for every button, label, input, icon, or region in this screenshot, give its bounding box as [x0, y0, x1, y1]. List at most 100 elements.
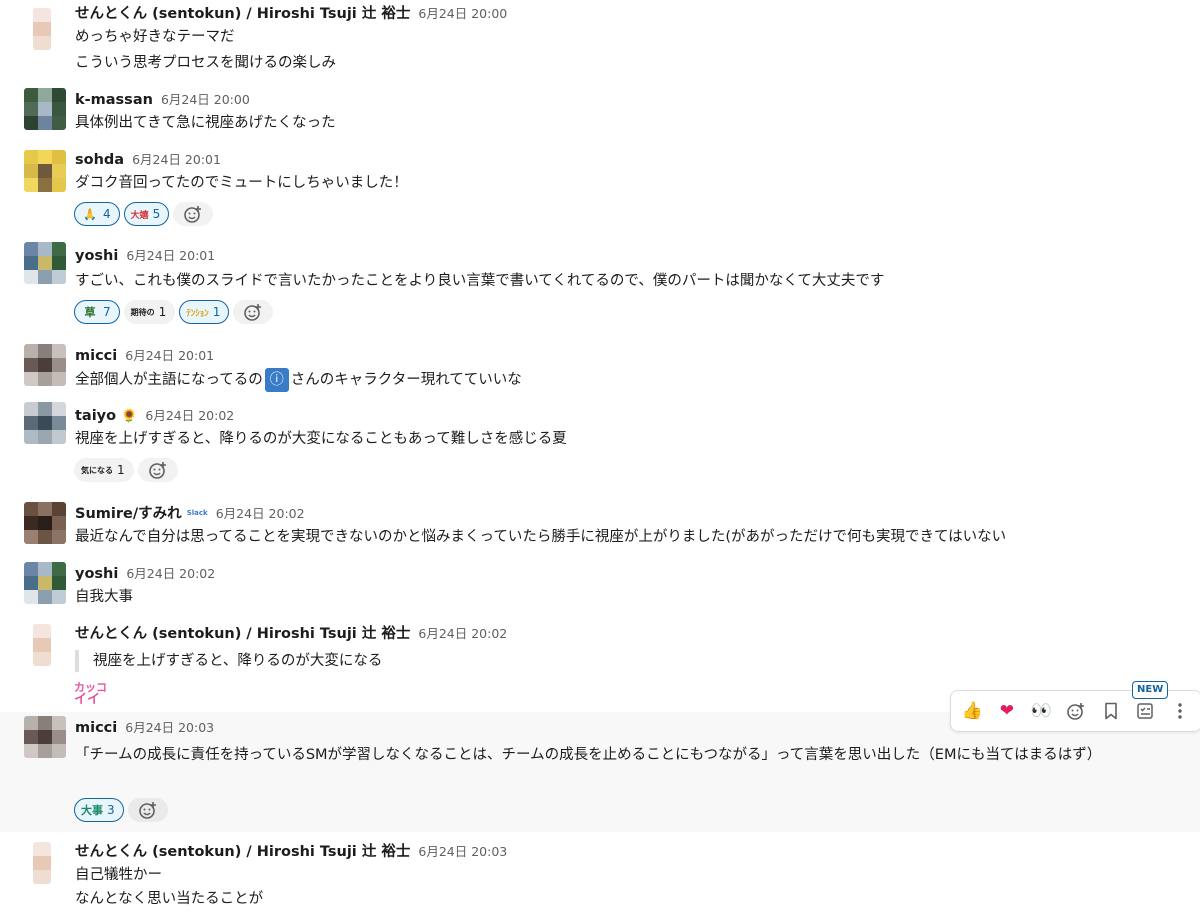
add-reaction-button[interactable]	[137, 458, 178, 482]
timestamp[interactable]: 6月24日 20:03	[125, 720, 214, 735]
sunflower-status-icon: 🌻	[121, 409, 138, 424]
message: taiyo 🌻 6月24日 20:02 視座を上げすぎると、降りるのが大変になるこ…	[0, 402, 1200, 494]
author-name[interactable]: taiyo	[75, 408, 116, 424]
avatar[interactable]	[33, 624, 51, 666]
reaction-count: 1	[212, 305, 221, 319]
timestamp[interactable]: 6月24日 20:00	[418, 6, 507, 21]
daiji-emoji-icon: 大事	[81, 804, 103, 817]
add-reaction-icon	[1067, 703, 1085, 720]
add-reaction-button[interactable]	[173, 202, 214, 226]
timestamp[interactable]: 6月24日 20:02	[216, 506, 305, 521]
reaction-kusa[interactable]: 草7	[74, 300, 120, 324]
timestamp[interactable]: 6月24日 20:00	[161, 92, 250, 107]
message-text: すごい、これも僕のスライドで言いたかったことをより良い言葉で書いてくれてるので、…	[75, 273, 885, 289]
add-reaction-icon	[148, 462, 166, 479]
author-name[interactable]: せんとくん (sentokun) / Hiroshi Tsuji 辻 裕士	[75, 6, 410, 22]
message: yoshi 6月24日 20:01 すごい、これも僕のスライドで言いたかったことを…	[0, 242, 1200, 334]
more-vertical-icon	[1178, 703, 1182, 719]
message-text: 自我大事	[75, 589, 133, 605]
checklist-icon	[1137, 703, 1153, 719]
add-reaction-button[interactable]	[127, 798, 168, 822]
avatar[interactable]	[24, 402, 66, 444]
reaction-pray[interactable]: 🙏 4	[74, 202, 120, 226]
author-name[interactable]: sohda	[75, 152, 124, 168]
avatar[interactable]	[33, 842, 51, 884]
tension-emoji-icon: ﾃﾝｼｮﾝ	[186, 308, 209, 319]
avatar[interactable]	[33, 8, 51, 50]
avatar[interactable]	[24, 502, 66, 544]
add-reaction-button[interactable]	[233, 300, 274, 324]
reaction-bar: 大事 3	[74, 798, 168, 822]
thumbs-up-icon: 👍	[961, 701, 983, 721]
author-name[interactable]: yoshi	[75, 248, 118, 264]
pray-icon: 🙏	[83, 207, 97, 221]
timestamp[interactable]: 6月24日 20:02	[126, 566, 215, 581]
add-reaction-toolbar-button[interactable]	[1059, 695, 1094, 727]
timestamp[interactable]: 6月24日 20:02	[418, 626, 507, 641]
timestamp[interactable]: 6月24日 20:03	[418, 844, 507, 859]
clock-custom-emoji-icon: ⓘ	[264, 368, 289, 392]
avatar[interactable]	[24, 242, 66, 284]
reaction-kininaru[interactable]: 気になる 1	[74, 458, 134, 482]
add-reaction-icon	[244, 304, 262, 321]
message-text: 「チームの成長に責任を持っているSMが学習しなくなることは、チームの成長を止める…	[75, 747, 1102, 763]
daiki-emoji-icon: 大嬉	[130, 210, 149, 221]
message: yoshi 6月24日 20:02 自我大事	[0, 560, 1200, 616]
message-text: なんとなく思い当たることが	[75, 891, 264, 907]
kusa-emoji-icon: 草	[84, 306, 96, 319]
message-text: 全部個人が主語になってるの ⓘ さんのキャラクター現れてていいな	[75, 368, 522, 392]
quoted-text: 視座を上げすぎると、降りるのが大変になる	[75, 650, 382, 672]
reaction-bar: 草7 期待の 1 ﾃﾝｼｮﾝ 1	[74, 300, 274, 324]
reaction-count: 1	[158, 305, 167, 319]
kitai-emoji-icon: 期待の	[130, 307, 155, 317]
reaction-count: 7	[103, 305, 111, 319]
avatar[interactable]	[24, 150, 66, 192]
message: せんとくん (sentokun) / Hiroshi Tsuji 辻 裕士 6月2…	[0, 838, 1200, 922]
react-thumbs-up-button[interactable]: 👍	[955, 695, 990, 727]
eyes-icon: 👀	[1030, 701, 1053, 721]
timestamp[interactable]: 6月24日 20:01	[132, 152, 221, 167]
message-text: 具体例出てきて急に視座あげたくなった	[75, 115, 336, 131]
message: Sumire/すみれ Slack 6月24日 20:02 最近なんで自分は思ってる…	[0, 500, 1200, 556]
more-actions-button[interactable]	[1162, 695, 1197, 727]
kininaru-emoji-icon: 気になる	[81, 465, 113, 475]
author-name[interactable]: micci	[75, 720, 117, 736]
timestamp[interactable]: 6月24日 20:01	[126, 248, 215, 263]
slack-status-icon: Slack	[186, 509, 208, 517]
reaction-count: 4	[103, 207, 111, 221]
author-name[interactable]: せんとくん (sentokun) / Hiroshi Tsuji 辻 裕士	[75, 844, 410, 860]
react-heart-button[interactable]: ❤	[990, 695, 1025, 727]
message-text: 自己犠牲かー	[75, 867, 162, 883]
reaction-tension[interactable]: ﾃﾝｼｮﾝ 1	[179, 300, 230, 324]
add-reaction-icon	[184, 206, 202, 223]
reaction-daiki[interactable]: 大嬉 5	[123, 202, 170, 226]
bookmark-icon	[1104, 702, 1117, 720]
timestamp[interactable]: 6月24日 20:02	[145, 408, 234, 423]
reaction-bar: 🙏 4 大嬉 5	[74, 202, 214, 226]
add-reaction-icon	[138, 802, 156, 819]
author-name[interactable]: k-massan	[75, 92, 153, 108]
avatar[interactable]	[24, 88, 66, 130]
avatar[interactable]	[24, 716, 66, 758]
reaction-daiji[interactable]: 大事 3	[74, 798, 124, 822]
new-badge: NEW	[1132, 681, 1169, 699]
message-text: こういう思考プロセスを聞けるの楽しみ	[75, 55, 336, 71]
author-name[interactable]: yoshi	[75, 566, 118, 582]
avatar[interactable]	[24, 344, 66, 386]
save-message-button[interactable]	[1093, 695, 1128, 727]
message-text: めっちゃ好きなテーマだ	[75, 29, 235, 45]
message: k-massan 6月24日 20:00 具体例出てきて急に視座あげたくなった	[0, 84, 1200, 140]
heart-icon: ❤	[999, 701, 1014, 721]
message-text: 視座を上げすぎると、降りるのが大変になることもあって難しさを感じる夏	[75, 431, 567, 447]
reaction-count: 3	[107, 803, 115, 817]
author-name[interactable]: micci	[75, 348, 117, 364]
author-name[interactable]: Sumire/すみれ	[75, 506, 182, 522]
reaction-kitai[interactable]: 期待の 1	[123, 300, 176, 324]
author-name[interactable]: せんとくん (sentokun) / Hiroshi Tsuji 辻 裕士	[75, 626, 410, 642]
avatar[interactable]	[24, 562, 66, 604]
add-to-list-button[interactable]	[1128, 695, 1163, 727]
timestamp[interactable]: 6月24日 20:01	[125, 348, 214, 363]
message: sohda 6月24日 20:01 ダコク音回ってたのでミュートにしちゃいました！…	[0, 146, 1200, 238]
message: せんとくん (sentokun) / Hiroshi Tsuji 辻 裕士 6月2…	[0, 0, 1200, 78]
react-eyes-button[interactable]: 👀	[1024, 695, 1059, 727]
